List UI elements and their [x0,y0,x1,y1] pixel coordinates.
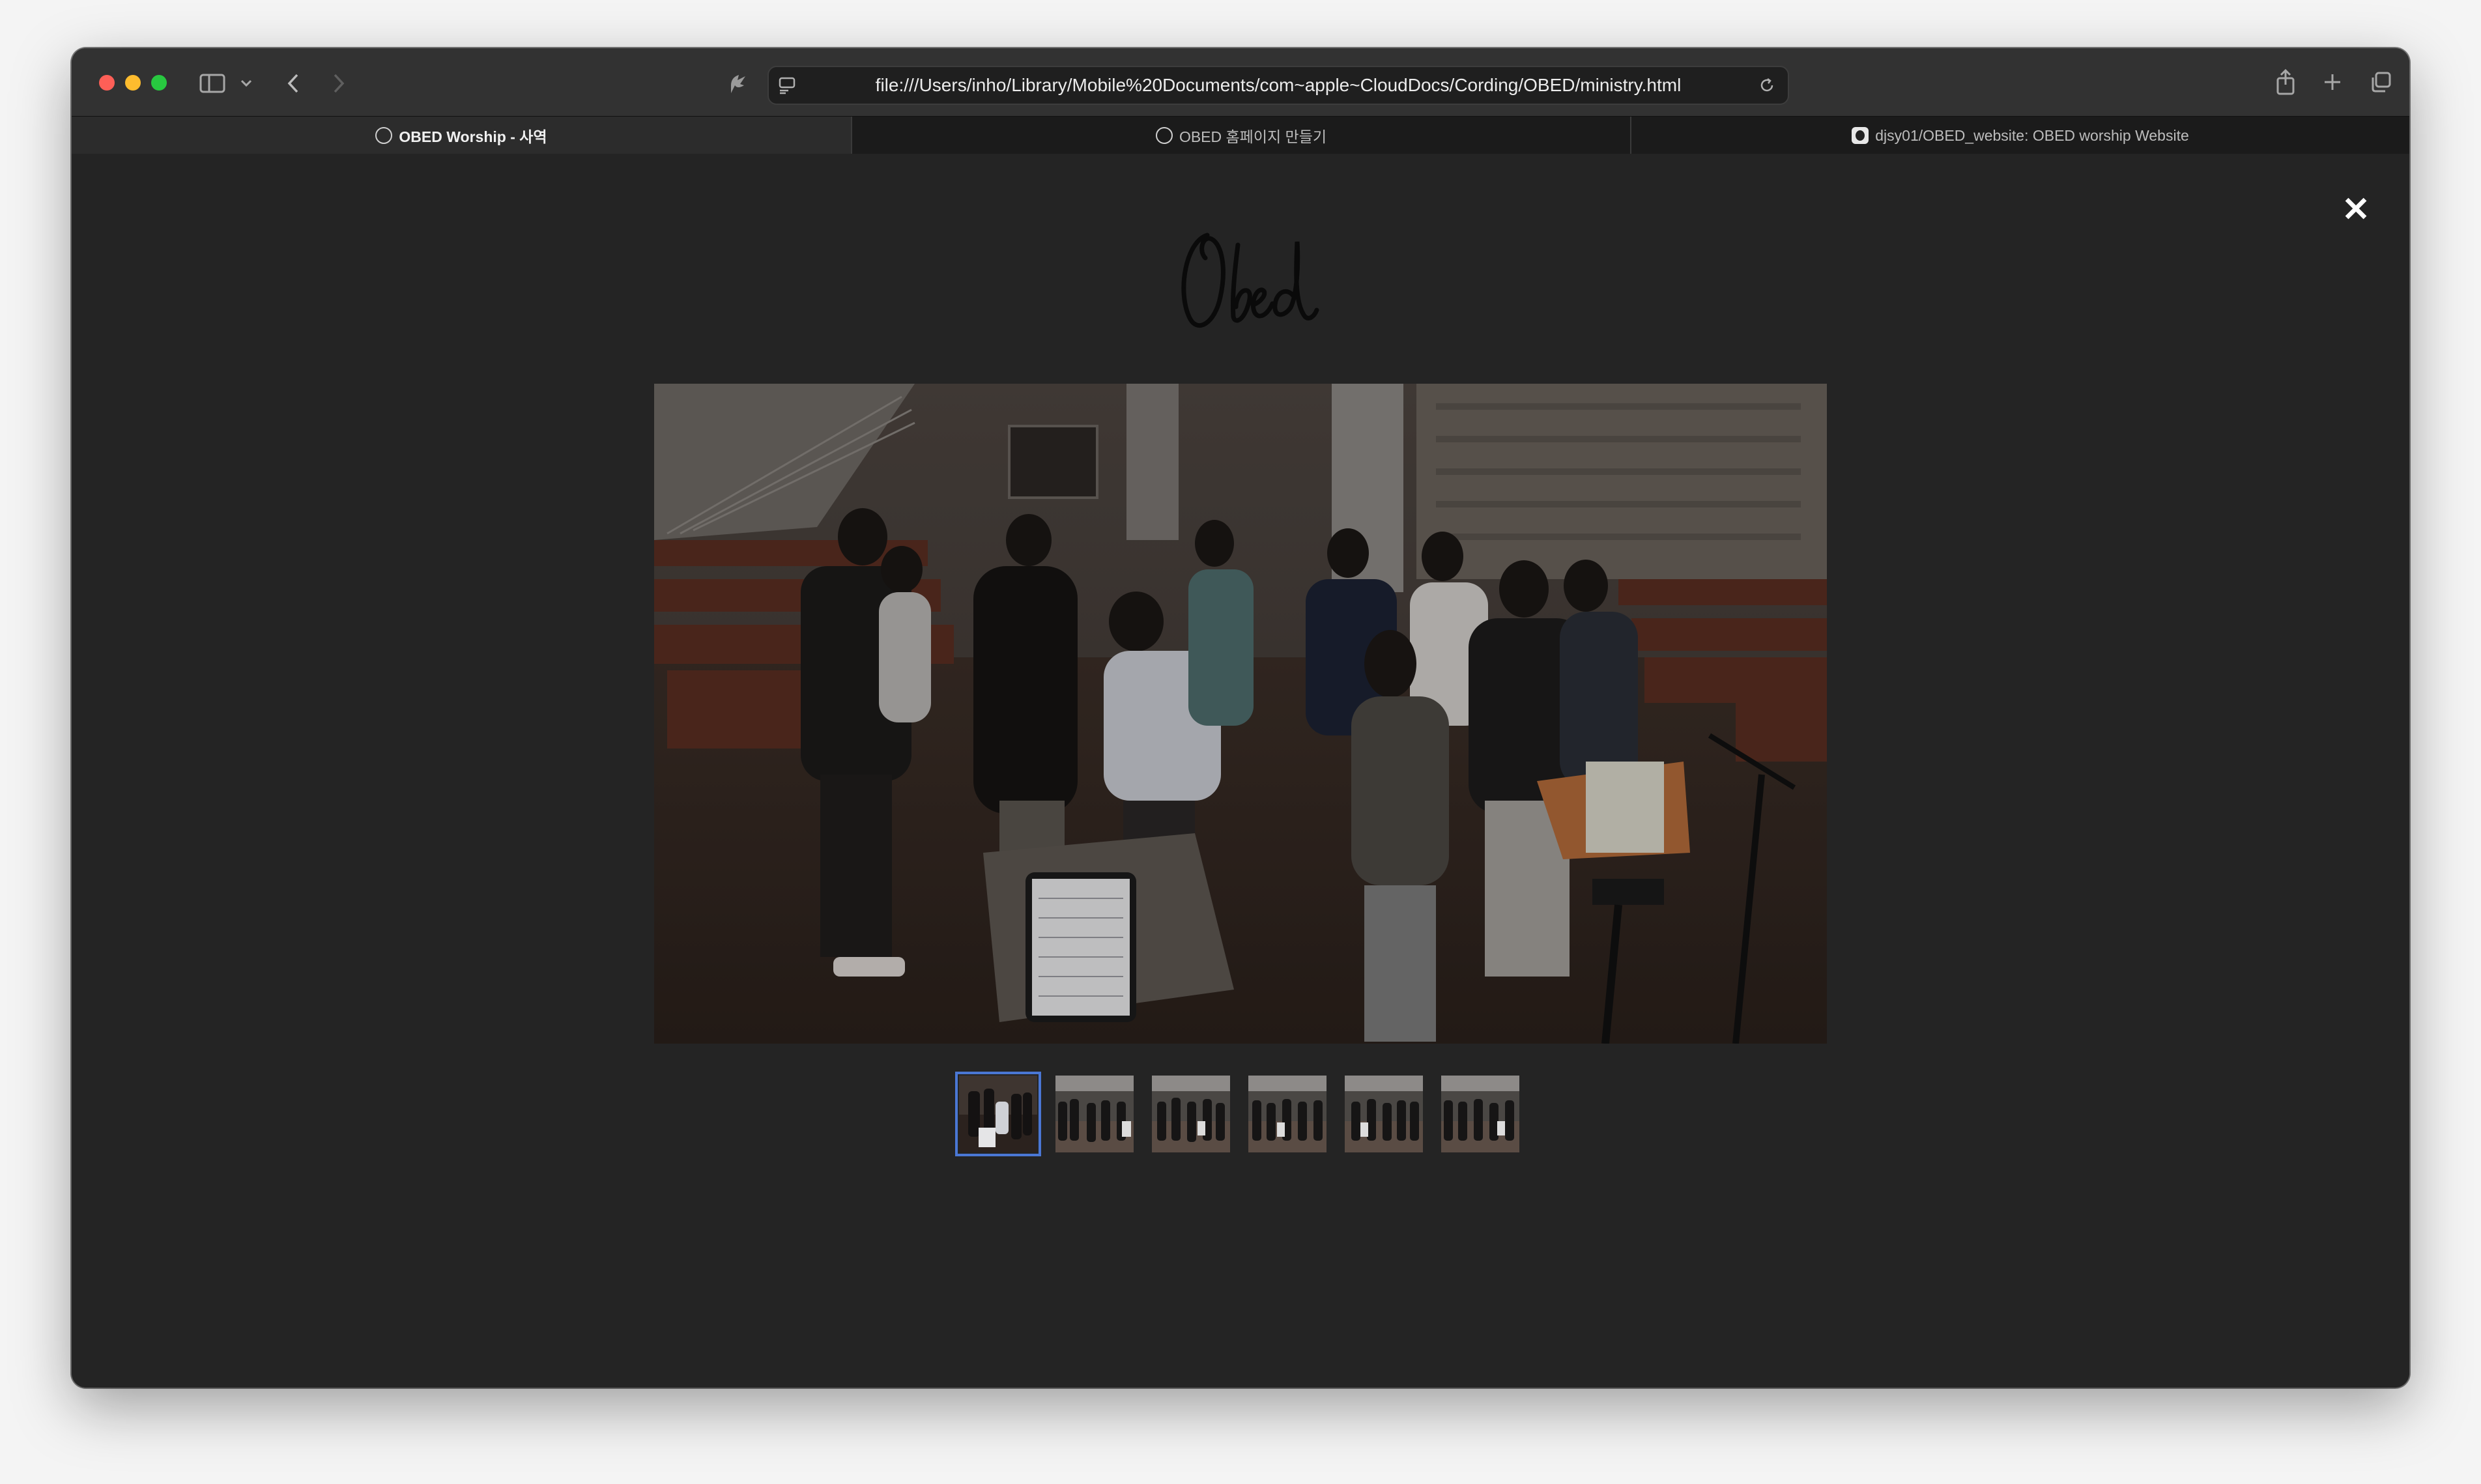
reload-icon[interactable] [1755,74,1779,97]
github-icon [1852,127,1869,144]
thumbnail-4[interactable] [1248,1076,1327,1152]
address-bar[interactable]: file:///Users/inho/Library/Mobile%20Docu… [767,66,1789,105]
tab-label: OBED Worship - 사역 [399,128,547,145]
extension-icon[interactable] [724,70,751,96]
tab-obed-worship[interactable]: OBED Worship - 사역 [72,117,851,154]
thumbnail-2[interactable] [1055,1076,1134,1152]
maximize-window-button[interactable] [151,75,167,91]
close-window-button[interactable] [99,75,115,91]
openai-icon [1155,127,1173,144]
tab-obed-homepage[interactable]: OBED 홈페이지 만들기 [852,117,1630,154]
compass-icon [375,127,393,144]
gallery-main-image [654,384,1827,1044]
sidebar-icon[interactable] [198,70,227,96]
obed-logo[interactable] [1169,219,1365,343]
thumbnail-1[interactable] [955,1072,1041,1156]
close-gallery-button[interactable]: ✕ [2338,192,2374,228]
minimize-window-button[interactable] [125,75,141,91]
tab-overview-icon[interactable] [2368,69,2394,95]
title-bar: file:///Users/inho/Library/Mobile%20Docu… [72,48,2409,116]
chevron-down-icon[interactable] [238,74,254,93]
url-text[interactable]: file:///Users/inho/Library/Mobile%20Docu… [769,67,1788,104]
thumbnail-5[interactable] [1345,1076,1423,1152]
thumbnail-3[interactable] [1152,1076,1230,1152]
tab-label: djsy01/OBED_website: OBED worship Websit… [1875,126,2189,144]
tab-bar: OBED Worship - 사역 OBED 홈페이지 만들기 djsy01/O… [72,116,2409,156]
new-tab-icon[interactable] [2319,69,2345,95]
back-icon[interactable] [280,69,306,98]
tab-label: OBED 홈페이지 만들기 [1179,128,1327,145]
thumbnail-6[interactable] [1441,1076,1519,1152]
forward-icon[interactable] [326,69,352,98]
browser-window: file:///Users/inho/Library/Mobile%20Docu… [72,48,2409,1388]
share-icon[interactable] [2273,66,2299,98]
tab-github-repo[interactable]: djsy01/OBED_website: OBED worship Websit… [1631,117,2409,154]
